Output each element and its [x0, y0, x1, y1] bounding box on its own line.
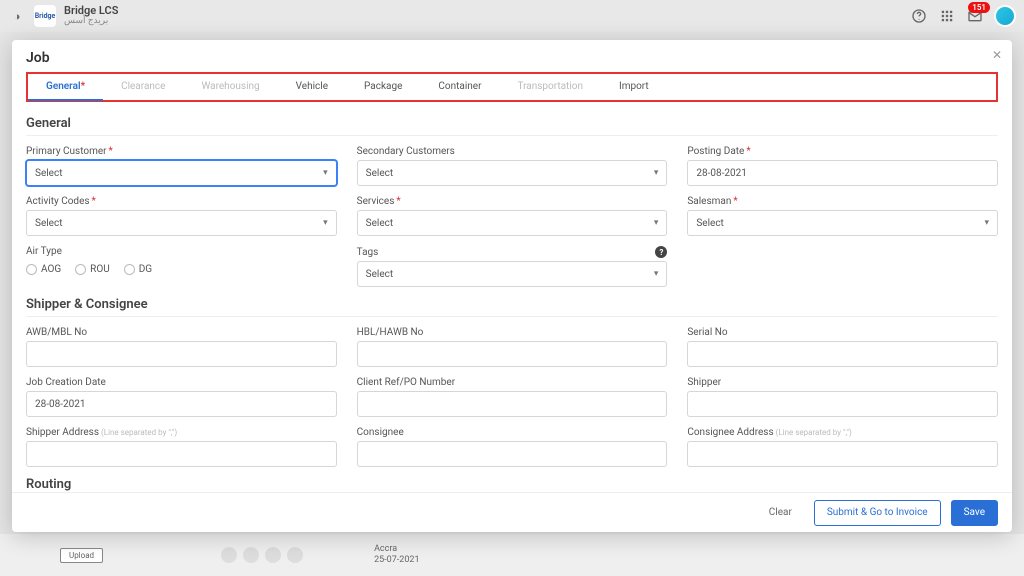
shipaddr-label: Shipper Address [26, 427, 99, 438]
salesman-label: Salesman [687, 196, 731, 207]
tags-label: Tags [357, 247, 379, 258]
hbl-input[interactable] [357, 341, 668, 367]
menu-toggle-icon[interactable]: ◑ [8, 7, 26, 25]
help-icon[interactable] [910, 7, 928, 25]
activity-codes-label: Activity Codes [26, 196, 90, 207]
airtype-rou[interactable]: ROU [75, 264, 110, 275]
divider [26, 135, 998, 136]
consaddr-input[interactable] [687, 441, 998, 467]
modal-footer: Clear Submit & Go to Invoice Save [12, 492, 1012, 532]
chevron-down-icon: ▾ [323, 168, 328, 178]
shipaddr-hint: (Line separated by ",") [101, 428, 177, 437]
primary-customer-select[interactable]: Select▾ [26, 160, 337, 186]
clientref-label: Client Ref/PO Number [357, 377, 668, 388]
tab-transportation: Transportation [499, 72, 601, 100]
salesman-select[interactable]: Select▾ [687, 210, 998, 236]
clear-button[interactable]: Clear [757, 500, 804, 526]
tab-strip: General* Clearance Warehousing Vehicle P… [26, 72, 998, 102]
secondary-customers-select[interactable]: Select▾ [357, 160, 668, 186]
shipaddr-input[interactable] [26, 441, 337, 467]
help-icon[interactable]: ? [655, 246, 667, 258]
peek-city: Accra [374, 544, 419, 555]
chevron-down-icon: ▾ [654, 269, 659, 279]
services-label: Services [357, 196, 395, 207]
close-icon[interactable]: ✕ [992, 48, 1002, 62]
shipper-label: Shipper [687, 377, 998, 388]
modal-title: Job [12, 40, 1012, 72]
awb-label: AWB/MBL No [26, 327, 337, 338]
peek-date: 25-07-2021 [374, 555, 419, 566]
consignee-input[interactable] [357, 441, 668, 467]
divider [26, 316, 998, 317]
consaddr-label: Consignee Address [687, 427, 773, 438]
tab-package[interactable]: Package [346, 72, 420, 100]
clientref-input[interactable] [357, 391, 668, 417]
modal-body: General* Clearance Warehousing Vehicle P… [12, 72, 1012, 492]
submit-invoice-button[interactable]: Submit & Go to Invoice [814, 500, 941, 526]
consignee-label: Consignee [357, 427, 668, 438]
apps-icon[interactable] [938, 7, 956, 25]
chevron-down-icon: ▾ [654, 168, 659, 178]
chevron-down-icon: ▾ [654, 218, 659, 228]
shipper-input[interactable] [687, 391, 998, 417]
serial-input[interactable] [687, 341, 998, 367]
serial-label: Serial No [687, 327, 998, 338]
chevron-down-icon: ▾ [984, 218, 989, 228]
tab-import[interactable]: Import [601, 72, 667, 100]
section-general-title: General [26, 116, 998, 131]
airtype-dg[interactable]: DG [124, 264, 152, 275]
consaddr-hint: (Line separated by ",") [776, 428, 852, 437]
avatar[interactable] [994, 5, 1016, 27]
tab-clearance: Clearance [103, 72, 183, 100]
tab-warehousing: Warehousing [183, 72, 277, 100]
awb-input[interactable] [26, 341, 337, 367]
brand-sub: بريدج أسس [64, 17, 118, 27]
jobdate-input[interactable]: 28-08-2021 [26, 391, 337, 417]
secondary-customers-label: Secondary Customers [357, 146, 455, 157]
tab-vehicle[interactable]: Vehicle [278, 72, 346, 100]
chevron-down-icon: ▾ [323, 218, 328, 228]
job-modal: Job ✕ General* Clearance Warehousing Veh… [12, 40, 1012, 532]
services-select[interactable]: Select▾ [357, 210, 668, 236]
activity-codes-select[interactable]: Select▾ [26, 210, 337, 236]
notification-badge: 151 [968, 2, 990, 13]
brand-logo: Bridge [34, 5, 56, 27]
posting-date-input[interactable]: 28-08-2021 [687, 160, 998, 186]
tab-container[interactable]: Container [420, 72, 499, 100]
mail-icon[interactable]: 151 [966, 7, 984, 25]
primary-customer-label: Primary Customer [26, 146, 107, 157]
upload-chip: Upload [60, 548, 103, 563]
jobdate-label: Job Creation Date [26, 377, 337, 388]
section-shipper-title: Shipper & Consignee [26, 297, 998, 312]
tab-general[interactable]: General* [28, 73, 103, 101]
airtype-label: Air Type [26, 246, 337, 257]
airtype-aog[interactable]: AOG [26, 264, 61, 275]
tags-select[interactable]: Select▾ [357, 261, 668, 287]
airtype-group: AOG ROU DG [26, 260, 337, 275]
hbl-label: HBL/HAWB No [357, 327, 668, 338]
topbar: ◑ Bridge Bridge LCS بريدج أسس 151 [0, 0, 1024, 32]
background-row: Upload Accra 25-07-2021 [0, 534, 1024, 576]
posting-date-label: Posting Date [687, 146, 744, 157]
section-routing-title: Routing [26, 477, 998, 492]
save-button[interactable]: Save [951, 500, 998, 526]
